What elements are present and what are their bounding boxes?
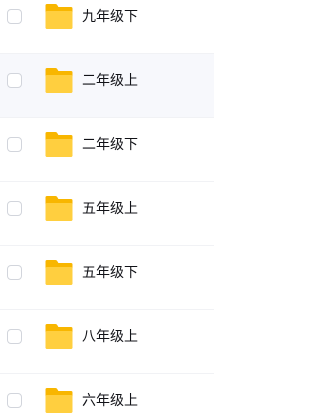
list-item-ernianjishang[interactable]: 二年级上: [0, 54, 214, 118]
select-checkbox[interactable]: [7, 137, 22, 152]
select-checkbox[interactable]: [7, 73, 22, 88]
folder-name: 五年级上: [82, 201, 138, 217]
folder-name: 八年级上: [82, 329, 138, 345]
list-item-liunianjishang[interactable]: 六年级上: [0, 374, 214, 419]
folder-icon: [43, 323, 75, 351]
folder-name: 二年级上: [82, 73, 138, 89]
folder-name: 二年级下: [82, 137, 138, 153]
folder-icon: [43, 195, 75, 223]
list-item-jiunianjixia[interactable]: 九年级下: [0, 0, 214, 54]
folder-icon: [43, 387, 75, 415]
folder-name: 五年级下: [82, 265, 138, 281]
list-item-wunianjishang[interactable]: 五年级上: [0, 182, 214, 246]
list-item-banianjishang[interactable]: 八年级上: [0, 310, 214, 374]
folder-icon: [43, 131, 75, 159]
select-checkbox[interactable]: [7, 201, 22, 216]
folder-icon: [43, 67, 75, 95]
list-item-ernianjixia[interactable]: 二年级下: [0, 118, 214, 182]
file-list: 九年级下 二年级上 二年级下 五年级上 五年级下 八年级上 六年级上: [0, 0, 214, 419]
select-checkbox[interactable]: [7, 9, 22, 24]
list-item-wunianjixia[interactable]: 五年级下: [0, 246, 214, 310]
select-checkbox[interactable]: [7, 265, 22, 280]
folder-name: 九年级下: [82, 9, 138, 25]
select-checkbox[interactable]: [7, 329, 22, 344]
folder-icon: [43, 3, 75, 31]
select-checkbox[interactable]: [7, 393, 22, 408]
folder-name: 六年级上: [82, 393, 138, 409]
folder-icon: [43, 259, 75, 287]
